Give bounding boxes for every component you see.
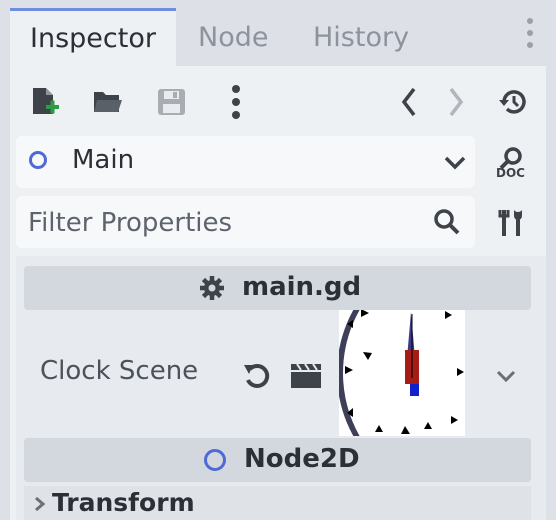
forward-arrow-icon[interactable] bbox=[448, 87, 464, 121]
tools-icon[interactable] bbox=[498, 208, 526, 242]
gear-icon bbox=[199, 275, 225, 308]
chevron-right-icon bbox=[34, 496, 46, 516]
object-selector-dropdown[interactable]: Main bbox=[16, 136, 475, 188]
node-circle-icon bbox=[204, 449, 226, 471]
node-section-title: Node2D bbox=[244, 444, 360, 474]
chevron-down-icon[interactable] bbox=[496, 368, 516, 387]
script-section-title: main.gd bbox=[242, 272, 362, 302]
filter-properties-field[interactable] bbox=[16, 196, 475, 248]
node-section-header[interactable]: Node2D bbox=[24, 438, 531, 482]
tab-node[interactable]: Node bbox=[198, 10, 268, 66]
doc-label: DOC bbox=[496, 166, 525, 180]
transform-group[interactable]: Transform bbox=[24, 486, 531, 520]
doc-button[interactable]: DOC bbox=[494, 146, 528, 186]
revert-icon[interactable] bbox=[242, 360, 272, 394]
transform-label: Transform bbox=[52, 488, 195, 517]
clock-scene-thumbnail[interactable] bbox=[339, 310, 465, 436]
script-section-header[interactable]: main.gd bbox=[24, 266, 531, 310]
save-icon[interactable] bbox=[157, 88, 187, 120]
tab-inspector[interactable]: Inspector bbox=[10, 8, 176, 69]
dock-menu-icon[interactable] bbox=[521, 18, 539, 54]
tab-history[interactable]: History bbox=[313, 10, 409, 66]
dock-tab-bar: Inspector Node History bbox=[0, 0, 556, 69]
back-arrow-icon[interactable] bbox=[401, 87, 417, 121]
node-circle-icon bbox=[29, 151, 47, 169]
search-icon bbox=[433, 208, 461, 240]
open-folder-icon[interactable] bbox=[92, 88, 124, 120]
history-icon[interactable] bbox=[498, 87, 528, 121]
packed-scene-icon[interactable] bbox=[290, 363, 322, 393]
more-vert-icon[interactable] bbox=[231, 85, 241, 123]
object-selector-value: Main bbox=[72, 145, 135, 175]
chevron-down-icon bbox=[444, 155, 466, 174]
filter-properties-input[interactable] bbox=[26, 204, 420, 242]
property-label: Clock Scene bbox=[40, 356, 199, 386]
new-resource-icon[interactable] bbox=[31, 86, 61, 122]
